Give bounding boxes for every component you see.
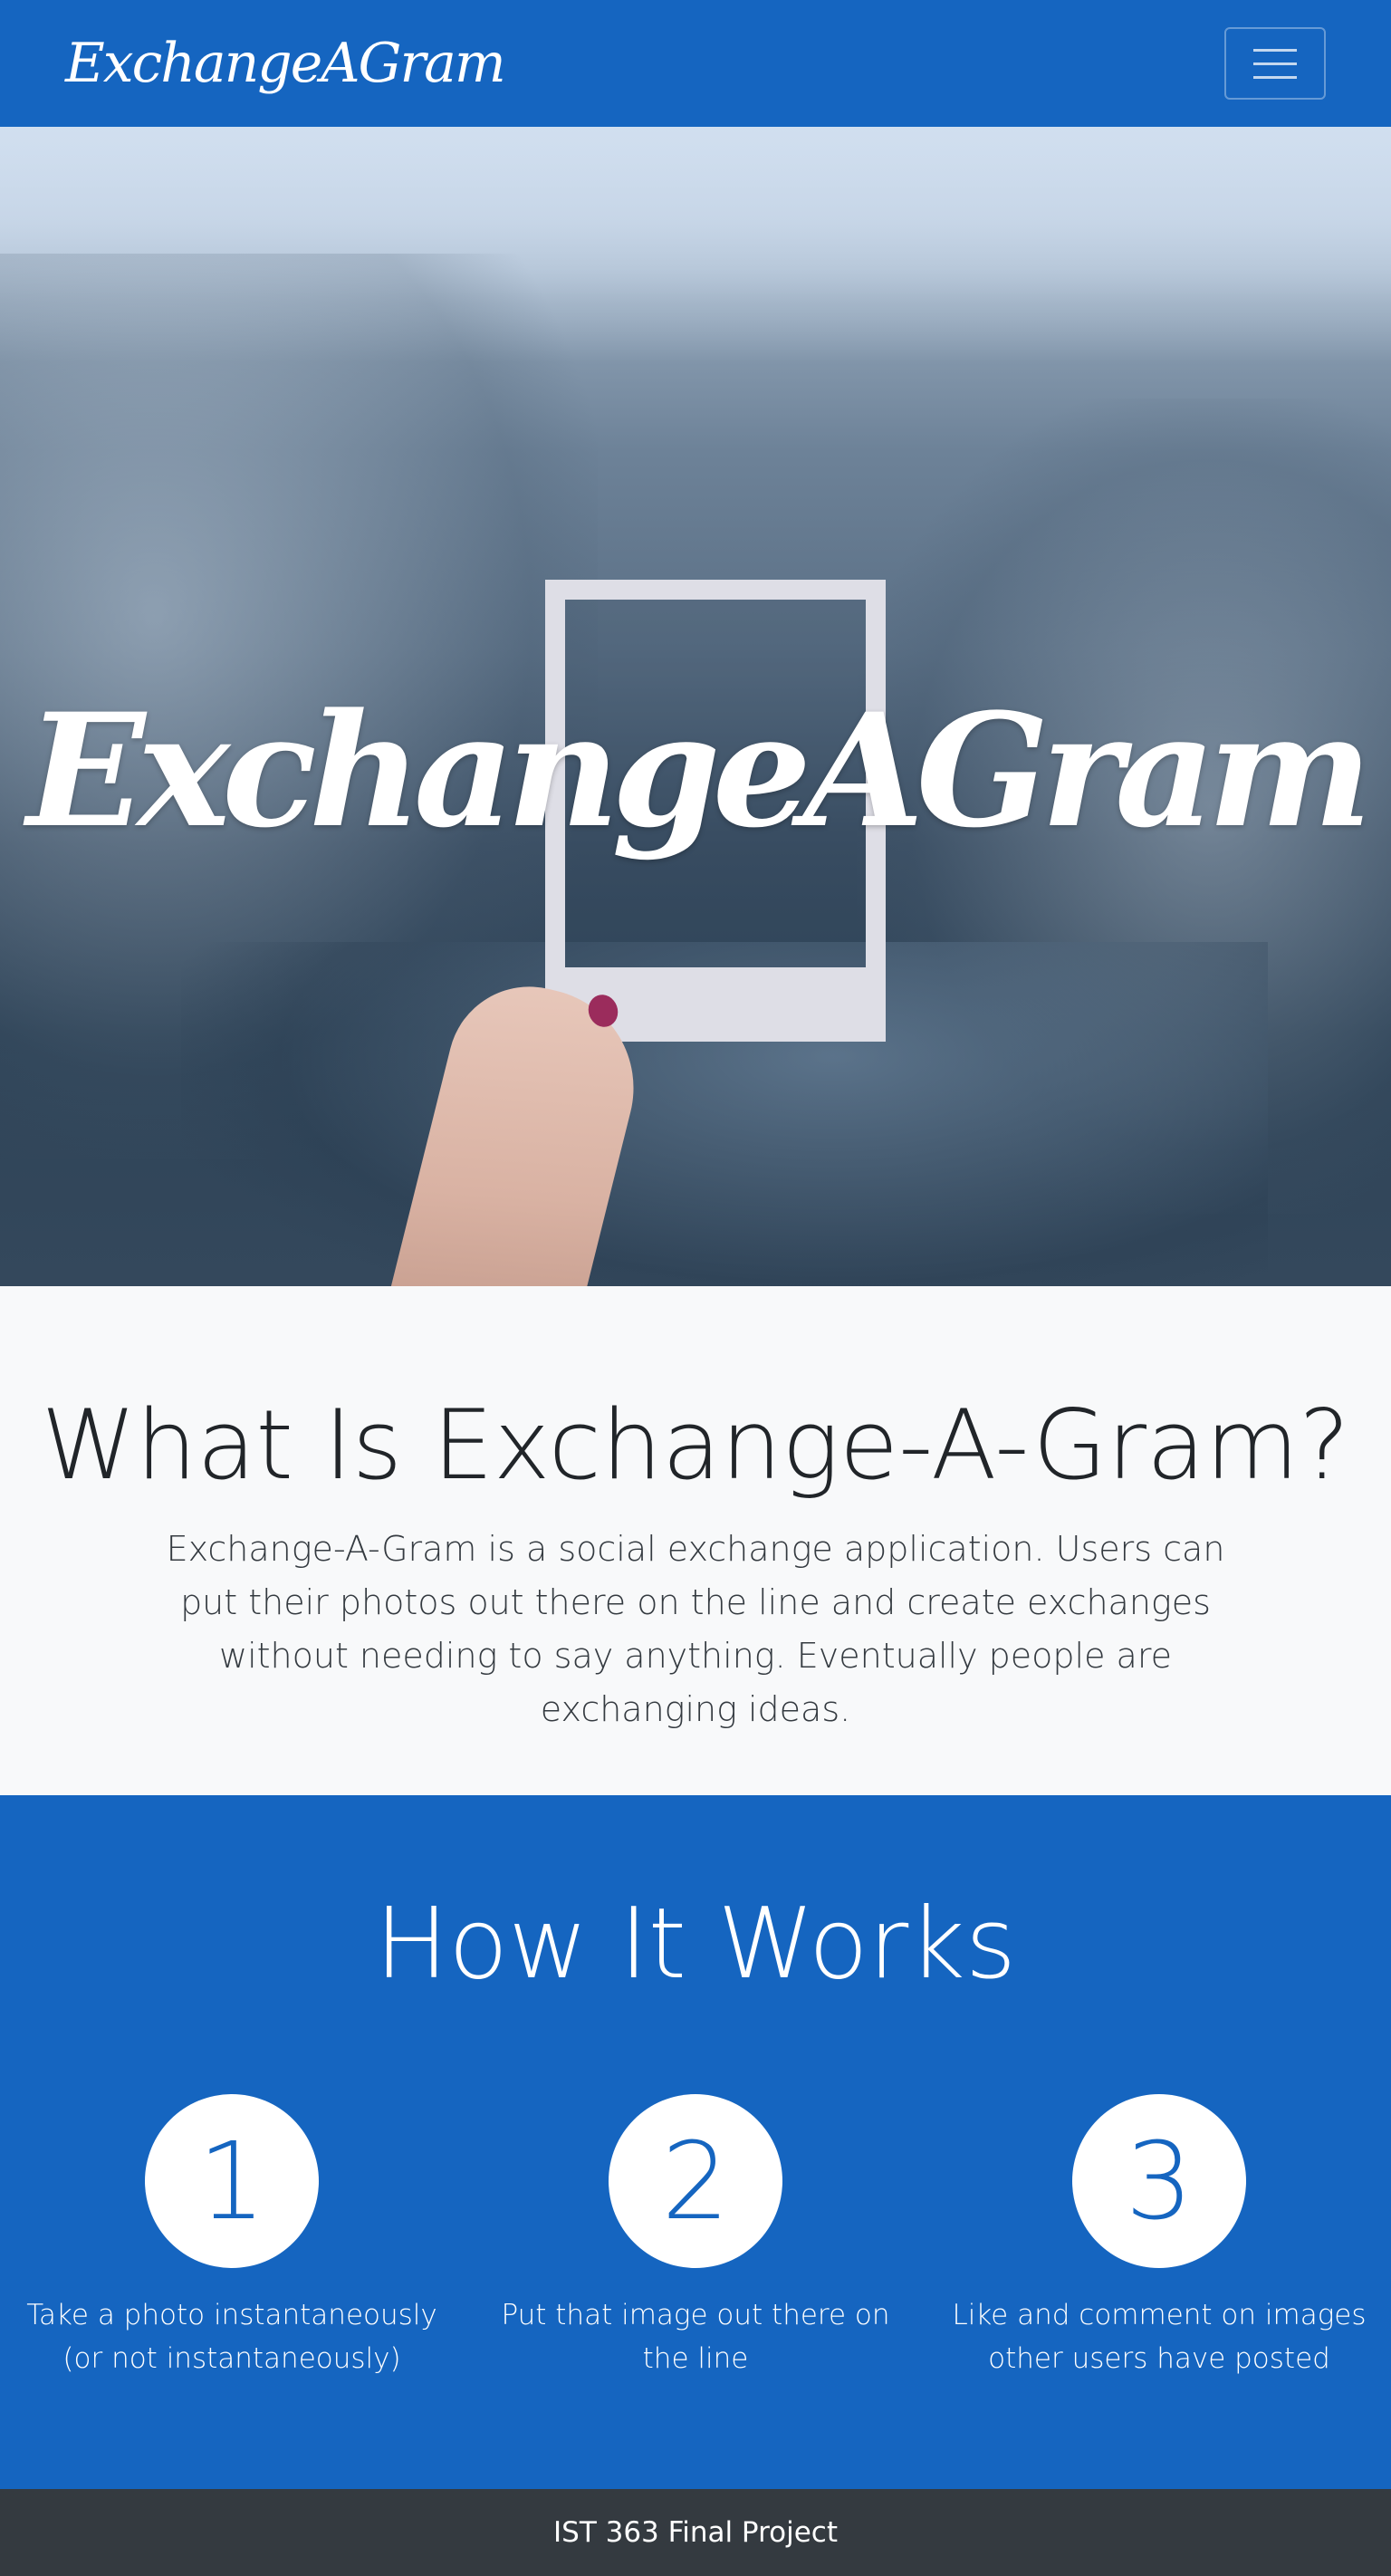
step-number-badge: 3: [1072, 2093, 1246, 2268]
hero-section: ExchangeAGram: [0, 127, 1391, 1286]
about-heading: What Is Exchange-A-Gram?: [41, 1389, 1350, 1501]
step-item: 3 Like and comment on images other users…: [927, 2093, 1391, 2380]
brand-logo-link[interactable]: ExchangeAGram: [65, 36, 506, 91]
step-number-badge: 1: [145, 2093, 319, 2268]
step-item: 1 Take a photo instantaneously (or not i…: [0, 2093, 464, 2380]
about-text: Exchange-A-Gram is a social exchange app…: [166, 1529, 1225, 1729]
hamburger-menu-icon-line: [1253, 62, 1297, 65]
hamburger-menu-icon-line: [1253, 75, 1297, 79]
how-it-works-section: How It Works 1 Take a photo instantaneou…: [0, 1795, 1391, 2489]
about-section: What Is Exchange-A-Gram? Exchange-A-Gram…: [0, 1286, 1391, 1795]
navbar: ExchangeAGram: [0, 0, 1391, 127]
hamburger-menu-icon-line: [1253, 48, 1297, 52]
footer: IST 363 Final Project: [0, 2489, 1391, 2576]
footer-text: IST 363 Final Project: [553, 2516, 838, 2549]
step-description: Take a photo instantaneously (or not ins…: [26, 2298, 437, 2375]
step-description: Put that image out there on the line: [501, 2298, 890, 2375]
steps-list: 1 Take a photo instantaneously (or not i…: [0, 2093, 1391, 2380]
navbar-toggle-button[interactable]: [1224, 27, 1326, 100]
step-description: Like and comment on images other users h…: [952, 2298, 1367, 2375]
step-number-badge: 2: [609, 2093, 782, 2268]
how-it-works-heading: How It Works: [374, 1888, 1017, 2001]
hero-title: ExchangeAGram: [26, 678, 1372, 862]
step-item: 2 Put that image out there on the line: [464, 2093, 927, 2380]
